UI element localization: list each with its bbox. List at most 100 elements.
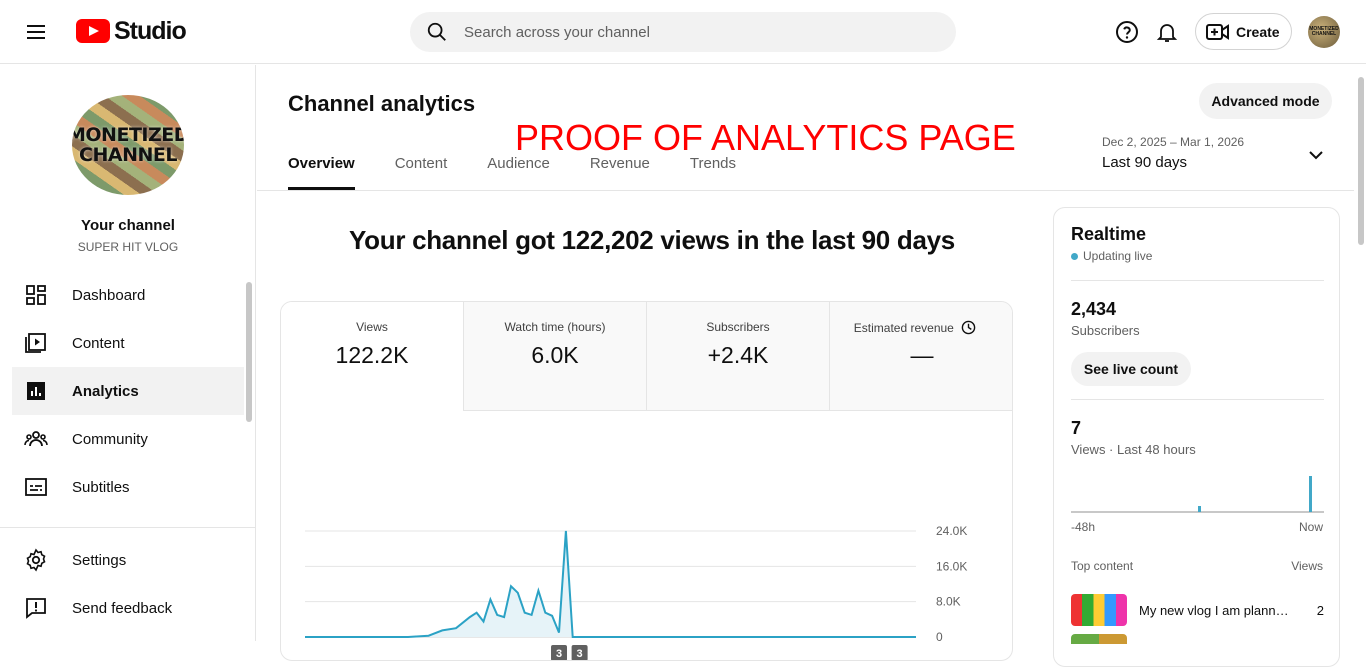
- sidebar-bottom-nav: Settings Send feedback: [12, 536, 244, 632]
- metric-watch-time[interactable]: Watch time (hours) 6.0K: [464, 302, 647, 411]
- overlay-annotation: PROOF OF ANALYTICS PAGE: [515, 117, 1016, 158]
- top-content-label: Top content: [1071, 559, 1134, 573]
- divider: [1071, 399, 1324, 400]
- sidebar-item-label: Settings: [72, 551, 127, 569]
- sidebar-item-community[interactable]: Community: [12, 415, 244, 463]
- sidebar-item-label: Community: [72, 430, 148, 448]
- annotation-marker-label: 3: [556, 648, 562, 660]
- tab-trends[interactable]: Trends: [690, 155, 736, 190]
- sidebar-item-content[interactable]: Content: [12, 319, 244, 367]
- tab-overview[interactable]: Overview: [288, 155, 355, 190]
- sidebar-divider: [0, 527, 255, 528]
- top-bar: Studio Create MONETIZED CHANNEL: [0, 0, 1366, 64]
- sidebar-item-send-feedback[interactable]: Send feedback: [12, 584, 244, 632]
- sidebar-item-subtitles[interactable]: Subtitles: [12, 463, 244, 511]
- realtime-bar: [1198, 506, 1201, 512]
- realtime-bar-chart[interactable]: [1071, 466, 1324, 514]
- metric-subscribers[interactable]: Subscribers +2.4K: [647, 302, 830, 411]
- page-scrollbar[interactable]: [1356, 65, 1366, 641]
- create-button[interactable]: Create: [1195, 13, 1292, 50]
- metric-value: 6.0K: [531, 342, 579, 368]
- gear-icon: [26, 548, 46, 572]
- advanced-mode-button[interactable]: Advanced mode: [1199, 83, 1332, 119]
- metric-label: Watch time (hours): [504, 320, 606, 334]
- account-avatar[interactable]: MONETIZED CHANNEL: [1308, 16, 1340, 48]
- views-line-chart[interactable]: 24.0K16.0K8.0K0Dec 2, ...Dec 17, 2025Jan…: [305, 462, 995, 661]
- analytics-tabs: Overview Content Audience Revenue Trends: [288, 155, 776, 190]
- sidebar-item-label: Send feedback: [72, 599, 173, 617]
- tab-audience[interactable]: Audience: [487, 155, 550, 190]
- sidebar-item-label: Dashboard: [72, 286, 146, 304]
- realtime-subscribers-value: 2,434: [1071, 299, 1117, 319]
- see-live-count-button[interactable]: See live count: [1071, 352, 1191, 386]
- series-line: [305, 530, 916, 638]
- channel-avatar-line2: CHANNEL: [79, 144, 177, 166]
- metric-value: 122.2K: [335, 342, 409, 368]
- sidebar-item-label: Subtitles: [72, 478, 130, 496]
- realtime-views-label: Views · Last 48 hours: [1071, 442, 1196, 457]
- search-input[interactable]: [464, 23, 904, 41]
- logo-text: Studio: [114, 16, 187, 45]
- menu-icon[interactable]: [24, 20, 48, 44]
- metric-value: —: [910, 342, 934, 368]
- main-content: Channel analytics PROOF OF ANALYTICS PAG…: [257, 65, 1354, 667]
- live-dot-icon: [1071, 252, 1078, 260]
- dashboard-icon: [26, 285, 46, 305]
- help-icon[interactable]: [1115, 20, 1139, 44]
- metric-label-text: Estimated revenue: [853, 321, 954, 335]
- search-bar[interactable]: [410, 12, 956, 52]
- area-fill: [305, 531, 916, 637]
- analytics-icon: [27, 382, 45, 400]
- search-icon[interactable]: [426, 21, 448, 43]
- metric-label: Views: [356, 320, 388, 334]
- realtime-views-value: 7: [1071, 418, 1082, 438]
- sidebar-item-label: Content: [72, 334, 125, 352]
- your-channel-label: Your channel: [81, 217, 175, 234]
- realtime-bar: [1309, 476, 1312, 512]
- metric-label: Subscribers: [706, 320, 770, 334]
- video-views: 2: [1316, 602, 1324, 618]
- feedback-icon: [26, 598, 46, 619]
- avatar-text: MONETIZED CHANNEL: [1309, 26, 1339, 37]
- sidebar-item-settings[interactable]: Settings: [12, 536, 244, 584]
- date-range-text[interactable]: Dec 2, 2025 – Mar 1, 2026: [1102, 135, 1244, 149]
- video-title: My new vlog I am planni...: [1139, 602, 1289, 618]
- sidebar-scrollbar[interactable]: [246, 282, 252, 422]
- tabs-divider: [257, 190, 1354, 191]
- y-tick-label: 8.0K: [936, 595, 961, 609]
- top-content-row[interactable]: My new vlog I am planni... 2: [1071, 592, 1324, 628]
- chevron-down-icon[interactable]: [1306, 145, 1326, 165]
- notifications-bell-icon[interactable]: [1155, 20, 1179, 44]
- divider: [1071, 280, 1324, 281]
- realtime-status-text: Updating live: [1083, 249, 1153, 263]
- realtime-axis-start: -48h: [1071, 520, 1096, 534]
- date-range-label[interactable]: Last 90 days: [1102, 154, 1187, 171]
- create-label: Create: [1236, 23, 1280, 40]
- y-tick-label: 0: [936, 630, 943, 644]
- sidebar-nav: Dashboard Content Analytics Community Su…: [12, 271, 244, 511]
- metric-label: Estimated revenue: [830, 320, 1012, 335]
- channel-avatar-text: MONETIZED CHANNEL: [72, 125, 184, 165]
- clock-icon[interactable]: [961, 320, 976, 335]
- channel-avatar[interactable]: MONETIZED CHANNEL: [72, 95, 184, 195]
- tab-content[interactable]: Content: [395, 155, 448, 190]
- realtime-title: Realtime: [1071, 224, 1147, 244]
- sidebar-item-analytics[interactable]: Analytics: [12, 367, 244, 415]
- views-headline: Your channel got 122,202 views in the la…: [349, 225, 955, 255]
- metric-views[interactable]: Views 122.2K: [281, 302, 464, 411]
- page-scrollbar-thumb[interactable]: [1358, 77, 1364, 245]
- sidebar: MONETIZED CHANNEL Your channel SUPER HIT…: [0, 65, 256, 641]
- sidebar-item-dashboard[interactable]: Dashboard: [12, 271, 244, 319]
- youtube-studio-logo[interactable]: Studio: [76, 16, 187, 46]
- video-add-icon: [1206, 23, 1229, 40]
- metric-estimated-revenue[interactable]: Estimated revenue —: [830, 302, 1012, 411]
- tab-revenue[interactable]: Revenue: [590, 155, 650, 190]
- annotation-marker-label: 3: [577, 648, 583, 660]
- y-tick-label: 24.0K: [936, 524, 967, 538]
- views-column-label: Views: [1291, 559, 1323, 573]
- realtime-subscribers-label: Subscribers: [1071, 323, 1140, 338]
- y-tick-label: 16.0K: [936, 559, 967, 573]
- realtime-status: Updating live: [1071, 249, 1152, 263]
- video-thumbnail[interactable]: [1071, 634, 1127, 644]
- channel-avatar-line1: MONETIZED: [72, 124, 184, 146]
